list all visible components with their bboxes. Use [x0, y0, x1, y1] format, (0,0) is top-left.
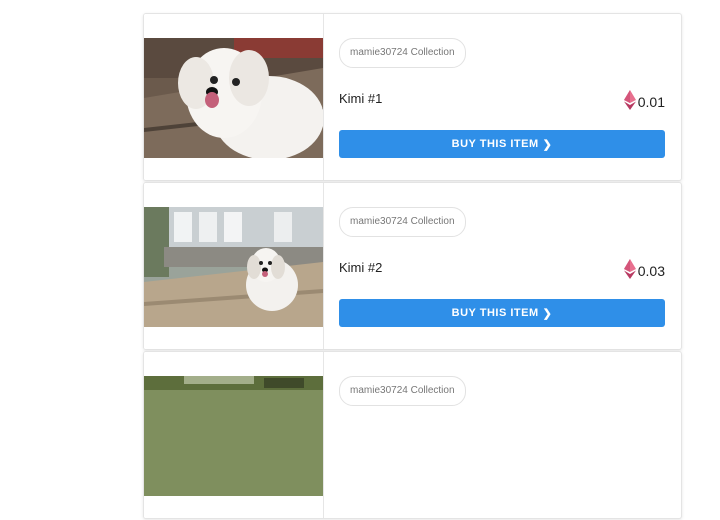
ethereum-icon — [623, 259, 636, 279]
item-price: 0.03 — [623, 259, 665, 279]
item-list: mamie30724 Collection Kimi #1 0.01 BUY T… — [143, 13, 682, 520]
item-card[interactable]: mamie30724 Collection Kimi #1 0.01 BUY T… — [143, 13, 682, 181]
buy-button[interactable]: BUY THIS ITEM ❯ — [339, 299, 665, 327]
item-name: Kimi #2 — [339, 260, 383, 275]
item-image[interactable] — [144, 352, 324, 518]
buy-button[interactable]: BUY THIS ITEM ❯ — [339, 130, 665, 158]
item-price: 0.01 — [623, 90, 665, 110]
item-info: mamie30724 Collection — [339, 352, 665, 518]
item-name: Kimi #1 — [339, 91, 383, 106]
chevron-right-icon: ❯ — [542, 138, 553, 151]
item-card[interactable]: mamie30724 Collection — [143, 351, 682, 519]
dog-photo — [144, 38, 323, 158]
dog-photo — [144, 376, 323, 496]
item-image[interactable] — [144, 183, 324, 349]
price-value: 0.01 — [637, 94, 665, 110]
item-card[interactable]: mamie30724 Collection Kimi #2 0.03 BUY T… — [143, 182, 682, 350]
collection-chip[interactable]: mamie30724 Collection — [339, 376, 466, 406]
item-image[interactable] — [144, 14, 324, 180]
ethereum-icon — [623, 90, 636, 110]
item-info: mamie30724 Collection Kimi #2 0.03 BUY T… — [339, 183, 665, 349]
item-info: mamie30724 Collection Kimi #1 0.01 BUY T… — [339, 14, 665, 180]
buy-button-label: BUY THIS ITEM — [451, 138, 539, 150]
buy-button-label: BUY THIS ITEM — [451, 307, 539, 319]
collection-chip[interactable]: mamie30724 Collection — [339, 207, 466, 237]
price-value: 0.03 — [637, 263, 665, 279]
collection-chip[interactable]: mamie30724 Collection — [339, 38, 466, 68]
chevron-right-icon: ❯ — [542, 307, 553, 320]
dog-photo — [144, 207, 323, 327]
